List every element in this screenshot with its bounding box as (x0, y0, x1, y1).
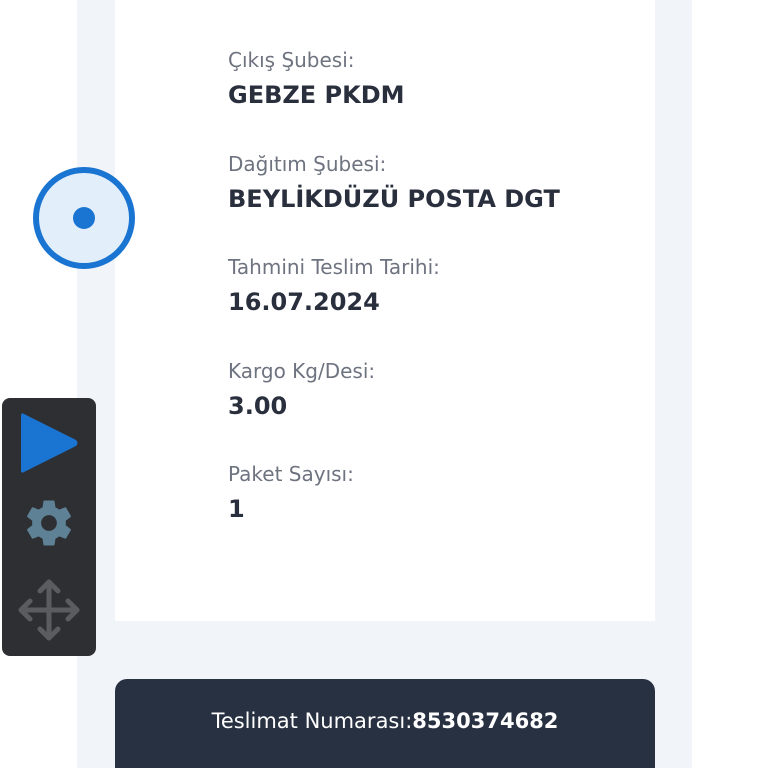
tracking-label: Teslimat Numarası: (211, 709, 413, 733)
timeline-dot (73, 207, 95, 229)
weight-value: 3.00 (228, 392, 288, 420)
play-button[interactable] (2, 410, 96, 476)
estimated-delivery-label: Tahmini Teslim Tarihi: (228, 255, 440, 279)
distribution-branch-label: Dağıtım Şubesi: (228, 152, 387, 176)
package-count-value: 1 (228, 495, 245, 523)
shipment-details-card: Çıkış Şubesi: GEBZE PKDM Dağıtım Şubesi:… (115, 0, 655, 621)
tracking-text: Teslimat Numarası:8530374682 (115, 709, 655, 733)
gear-icon (27, 500, 71, 546)
distribution-branch-value: BEYLİKDÜZÜ POSTA DGT (228, 185, 560, 213)
origin-branch-label: Çıkış Şubesi: (228, 48, 355, 72)
origin-branch-value: GEBZE PKDM (228, 81, 405, 109)
move-icon (18, 579, 80, 641)
move-handle[interactable] (2, 576, 96, 644)
tracking-number-bar: Teslimat Numarası:8530374682 (115, 679, 655, 768)
field-distribution-branch: Dağıtım Şubesi: BEYLİKDÜZÜ POSTA DGT (228, 152, 560, 214)
field-package-count: Paket Sayısı: 1 (228, 462, 354, 524)
settings-button[interactable] (2, 493, 96, 553)
field-estimated-delivery: Tahmini Teslim Tarihi: 16.07.2024 (228, 255, 440, 317)
field-origin-branch: Çıkış Şubesi: GEBZE PKDM (228, 48, 405, 110)
field-weight: Kargo Kg/Desi: 3.00 (228, 359, 375, 421)
package-count-label: Paket Sayısı: (228, 462, 354, 486)
timeline-marker-icon (33, 167, 135, 269)
estimated-delivery-value: 16.07.2024 (228, 288, 380, 316)
floating-toolbar (2, 398, 96, 656)
page: Çıkış Şubesi: GEBZE PKDM Dağıtım Şubesi:… (0, 0, 768, 768)
weight-label: Kargo Kg/Desi: (228, 359, 376, 383)
tracking-number: 8530374682 (412, 709, 559, 733)
play-icon (21, 413, 78, 473)
